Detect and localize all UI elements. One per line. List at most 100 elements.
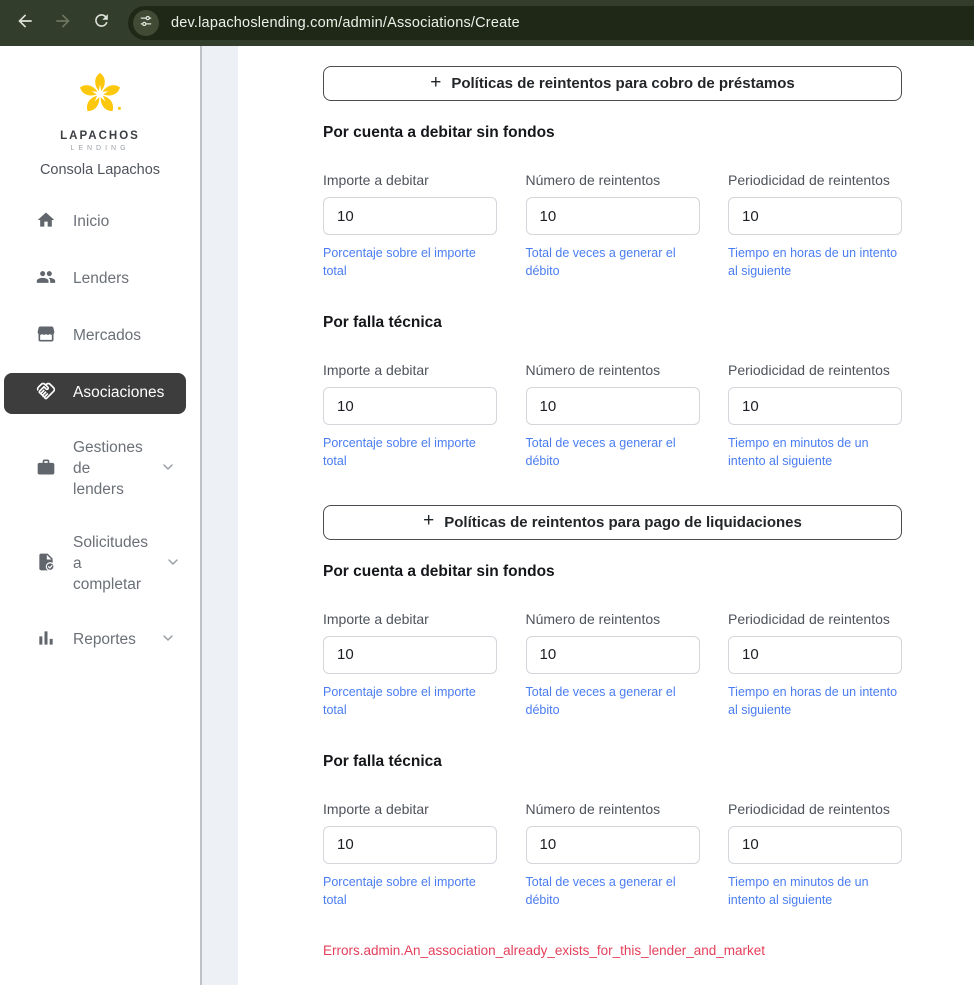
url-text: dev.lapachoslending.com/admin/Associatio… [171,15,520,31]
importe-a-debitar-input[interactable] [323,826,497,864]
console-label: Consola Lapachos [0,162,200,178]
field-helper: Total de veces a generar el débito [526,873,700,909]
error-message: Errors.admin.An_association_already_exis… [323,943,902,958]
field-helper: Porcentaje sobre el importe total [323,683,497,719]
numero-de-reintentos-input[interactable] [526,826,700,864]
field-numero-de-reintentos: Número de reintentos Total de veces a ge… [526,172,700,280]
field-row: Importe a debitar Porcentaje sobre el im… [323,801,902,909]
back-arrow-icon [15,11,35,36]
main-content: + Políticas de reintentos para cobro de … [238,46,974,985]
site-settings-button[interactable] [133,10,159,36]
sidebar-item-label: Mercados [73,326,141,347]
brand-name: LAPACHOS [0,130,200,142]
forward-arrow-icon [53,11,73,36]
field-helper: Total de veces a generar el débito [526,434,700,470]
lapacho-flower-logo-icon [73,109,127,126]
storefront-icon [36,324,56,349]
sidebar-item-label: Inicio [73,212,109,233]
tune-icon [139,14,153,33]
periodicidad-de-reintentos-input[interactable] [728,826,902,864]
field-periodicidad-de-reintentos: Periodicidad de reintentos Tiempo en min… [728,801,902,909]
field-helper: Total de veces a generar el débito [526,683,700,719]
field-numero-de-reintentos: Número de reintentos Total de veces a ge… [526,611,700,719]
importe-a-debitar-input[interactable] [323,197,497,235]
field-helper: Porcentaje sobre el importe total [323,244,497,280]
field-label: Número de reintentos [526,611,700,627]
chevron-down-icon [160,459,176,480]
field-helper: Tiempo en minutos de un intento al sigui… [728,873,902,909]
content-gutter [202,46,238,985]
back-button[interactable] [6,4,44,42]
numero-de-reintentos-input[interactable] [526,387,700,425]
field-importe-a-debitar: Importe a debitar Porcentaje sobre el im… [323,801,497,909]
field-row: Importe a debitar Porcentaje sobre el im… [323,362,902,470]
field-row: Importe a debitar Porcentaje sobre el im… [323,172,902,280]
file-check-icon [36,552,56,577]
brand-subtitle: LENDING [0,145,200,152]
sidebar-item-label: Asociaciones [73,383,164,404]
forward-button[interactable] [44,4,82,42]
periodicidad-de-reintentos-input[interactable] [728,197,902,235]
field-helper: Tiempo en horas de un intento al siguien… [728,244,902,280]
field-label: Importe a debitar [323,611,497,627]
group-heading: Por cuenta a debitar sin fondos [323,124,902,142]
chevron-down-icon [160,630,176,651]
briefcase-icon [36,457,56,482]
handshake-icon [36,381,56,406]
field-label: Periodicidad de reintentos [728,611,902,627]
field-helper: Total de veces a generar el débito [526,244,700,280]
address-bar[interactable]: dev.lapachoslending.com/admin/Associatio… [128,6,974,40]
sidebar-item-solicitudes-a-completar[interactable]: Solicitudes a completar [4,525,186,604]
group-heading: Por cuenta a debitar sin fondos [323,563,902,581]
numero-de-reintentos-input[interactable] [526,197,700,235]
sidebar-item-mercados[interactable]: Mercados [4,316,186,357]
field-helper: Tiempo en horas de un intento al siguien… [728,683,902,719]
field-importe-a-debitar: Importe a debitar Porcentaje sobre el im… [323,362,497,470]
chevron-down-icon [165,554,181,575]
sidebar-item-gestiones-de-lenders[interactable]: Gestiones de lenders [4,430,186,509]
plus-icon: + [430,72,441,94]
field-label: Importe a debitar [323,801,497,817]
field-label: Periodicidad de reintentos [728,801,902,817]
sidebar-item-inicio[interactable]: Inicio [4,202,186,243]
periodicidad-de-reintentos-input[interactable] [728,636,902,674]
importe-a-debitar-input[interactable] [323,387,497,425]
sidebar-nav: Inicio Lenders Mercados Asociaciones [0,202,200,661]
field-helper: Porcentaje sobre el importe total [323,434,497,470]
reload-icon [92,11,111,35]
field-row: Importe a debitar Porcentaje sobre el im… [323,611,902,719]
field-helper: Tiempo en minutos de un intento al sigui… [728,434,902,470]
add-cobro-policies-button[interactable]: + Políticas de reintentos para cobro de … [323,66,902,101]
section-button-label: Políticas de reintentos para cobro de pr… [451,75,794,92]
sidebar-item-asociaciones[interactable]: Asociaciones [4,373,186,414]
field-label: Importe a debitar [323,362,497,378]
users-icon [36,267,56,292]
field-helper: Porcentaje sobre el importe total [323,873,497,909]
field-label: Periodicidad de reintentos [728,362,902,378]
sidebar-item-lenders[interactable]: Lenders [4,259,186,300]
section-button-label: Políticas de reintentos para pago de liq… [444,514,802,531]
group-heading: Por falla técnica [323,753,902,771]
importe-a-debitar-input[interactable] [323,636,497,674]
periodicidad-de-reintentos-input[interactable] [728,387,902,425]
field-periodicidad-de-reintentos: Periodicidad de reintentos Tiempo en hor… [728,611,902,719]
field-label: Número de reintentos [526,172,700,188]
reload-button[interactable] [82,4,120,42]
sidebar-item-label: Lenders [73,269,129,290]
sidebar-item-label: Gestiones de lenders [73,438,143,501]
bar-chart-icon [36,628,56,653]
brand-block: LAPACHOS LENDING Consola Lapachos [0,66,200,178]
sidebar-item-reportes[interactable]: Reportes [4,620,186,661]
field-numero-de-reintentos: Número de reintentos Total de veces a ge… [526,801,700,909]
plus-icon: + [423,510,434,532]
field-importe-a-debitar: Importe a debitar Porcentaje sobre el im… [323,611,497,719]
field-periodicidad-de-reintentos: Periodicidad de reintentos Tiempo en min… [728,362,902,470]
browser-toolbar: dev.lapachoslending.com/admin/Associatio… [0,0,974,46]
numero-de-reintentos-input[interactable] [526,636,700,674]
sidebar-item-label: Solicitudes a completar [73,533,148,596]
add-liquidaciones-policies-button[interactable]: + Políticas de reintentos para pago de l… [323,505,902,540]
field-label: Periodicidad de reintentos [728,172,902,188]
home-icon [36,210,56,235]
field-label: Número de reintentos [526,801,700,817]
field-label: Número de reintentos [526,362,700,378]
